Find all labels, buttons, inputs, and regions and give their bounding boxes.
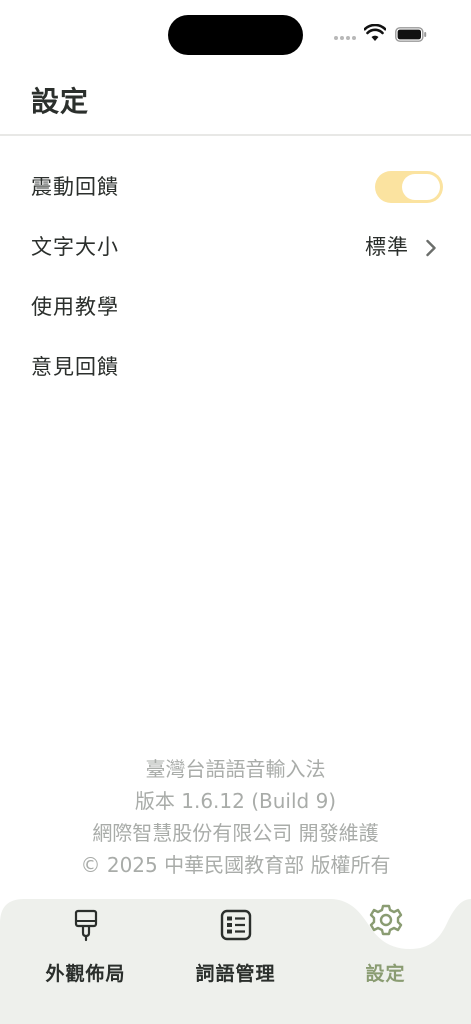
- tab-settings[interactable]: 設定: [307, 899, 464, 999]
- dynamic-island: [168, 15, 303, 55]
- page-title: 設定: [31, 85, 90, 118]
- tutorial-label: 使用教學: [31, 295, 119, 319]
- copyright-notice: © 2025 中華民國教育部 版權所有: [80, 853, 391, 877]
- chevron-right-icon: [426, 239, 436, 257]
- status-bar: [0, 0, 471, 70]
- header: 設定: [0, 70, 471, 136]
- developer-credit: 網際智慧股份有限公司 開發維護: [92, 821, 379, 845]
- haptic-feedback-toggle[interactable]: [375, 171, 443, 203]
- cellular-signal-icon: [334, 36, 356, 40]
- tab-label: 設定: [365, 963, 406, 985]
- font-size-row[interactable]: 文字大小 標準: [0, 217, 471, 277]
- tab-vocabulary[interactable]: 詞語管理: [157, 899, 314, 999]
- app-info: 臺灣台語語音輸入法 版本 1.6.12 (Build 9) 網際智慧股份有限公司…: [0, 753, 471, 881]
- feedback-row[interactable]: 意見回饋: [0, 337, 471, 397]
- haptic-feedback-row: 震動回饋: [0, 157, 471, 217]
- tutorial-row[interactable]: 使用教學: [0, 277, 471, 337]
- list-icon: [220, 909, 251, 941]
- tab-label: 外觀佈局: [45, 963, 126, 985]
- font-size-label: 文字大小: [31, 235, 119, 259]
- battery-icon: [395, 27, 427, 42]
- app-version: 版本 1.6.12 (Build 9): [134, 789, 337, 813]
- feedback-label: 意見回饋: [31, 355, 119, 379]
- haptic-feedback-label: 震動回饋: [31, 175, 119, 199]
- brush-icon: [74, 909, 97, 942]
- app-name: 臺灣台語語音輸入法: [145, 757, 326, 781]
- settings-list: 震動回饋 文字大小 標準 使用教學 意見回饋: [0, 157, 471, 397]
- tab-label: 詞語管理: [195, 963, 276, 985]
- toggle-knob: [402, 174, 440, 200]
- tab-appearance-layout[interactable]: 外觀佈局: [7, 899, 164, 999]
- tab-bar: 外觀佈局 詞語管理 設定: [0, 899, 471, 1024]
- gear-icon: [369, 904, 402, 936]
- wifi-icon: [364, 24, 386, 41]
- font-size-value: 標準: [365, 235, 409, 259]
